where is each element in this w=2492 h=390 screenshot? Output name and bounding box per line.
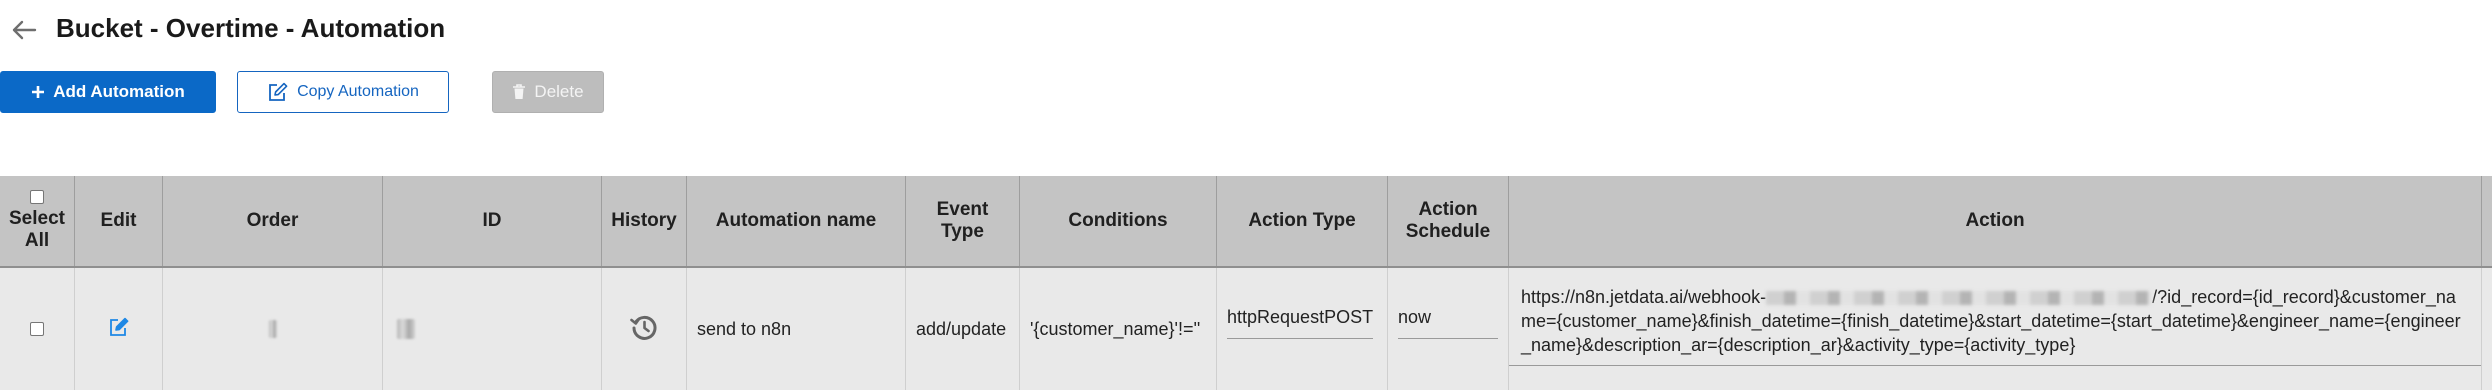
header-select-all-label: Select All <box>9 208 65 251</box>
add-automation-label: Add Automation <box>53 82 185 101</box>
header-select-all: Select All <box>0 176 75 266</box>
row-action-schedule-cell: now <box>1388 268 1509 390</box>
row-select-cell <box>0 268 75 390</box>
row-automation-name: send to n8n <box>687 268 906 390</box>
delete-button[interactable]: Delete <box>492 71 604 113</box>
row-order-cell <box>163 268 383 390</box>
page-title: Bucket - Overtime - Automation <box>56 13 446 43</box>
add-automation-button[interactable]: Add Automation <box>0 71 216 113</box>
history-icon[interactable] <box>629 312 659 347</box>
table-header: Select All Edit Order ID History Automat… <box>0 176 2492 268</box>
header-action[interactable]: Action <box>1509 176 2482 266</box>
header-edit: Edit <box>75 176 163 266</box>
header-event-type[interactable]: Event Type <box>906 176 1020 266</box>
row-action-type: httpRequestPOST <box>1227 307 1374 339</box>
row-action-type-cell: httpRequestPOST <box>1217 268 1388 390</box>
row-event-type: add/update <box>906 268 1020 390</box>
table-row[interactable]: send to n8n add/update '{customer_name}'… <box>0 268 2492 390</box>
action-url-prefix: https://n8n.jetdata.ai/webhook- <box>1521 286 1767 307</box>
action-url-redacted <box>1766 290 2153 305</box>
plus-icon <box>31 85 45 99</box>
row-action-cell: https://n8n.jetdata.ai/webhook-/?id_reco… <box>1509 268 2482 390</box>
copy-automation-label: Copy Automation <box>297 83 419 100</box>
order-redacted <box>268 320 277 338</box>
trash-icon <box>512 84 526 100</box>
header-automation-name[interactable]: Automation name <box>687 176 906 266</box>
arrow-left-icon <box>12 20 37 40</box>
header-overflow-column <box>2482 176 2492 266</box>
header-order[interactable]: Order <box>163 176 383 266</box>
row-action-schedule: now <box>1398 307 1498 339</box>
header-history: History <box>602 176 687 266</box>
select-all-checkbox[interactable] <box>30 190 44 204</box>
automation-table: Select All Edit Order ID History Automat… <box>0 176 2492 390</box>
delete-label: Delete <box>534 82 584 101</box>
row-overflow-cell <box>2482 268 2492 390</box>
header-action-type[interactable]: Action Type <box>1217 176 1388 266</box>
id-redacted <box>397 319 415 339</box>
row-edit-cell <box>75 268 163 390</box>
copy-automation-button[interactable]: Copy Automation <box>237 71 449 113</box>
row-checkbox[interactable] <box>30 322 44 336</box>
page-header: Bucket - Overtime - Automation <box>0 0 2492 56</box>
row-action: https://n8n.jetdata.ai/webhook-/?id_reco… <box>1509 285 2481 366</box>
header-id[interactable]: ID <box>383 176 602 266</box>
back-button[interactable] <box>8 16 40 44</box>
row-history-cell <box>602 268 687 390</box>
row-id-cell <box>383 268 602 390</box>
header-action-schedule[interactable]: Action Schedule <box>1388 176 1509 266</box>
header-conditions[interactable]: Conditions <box>1020 176 1217 266</box>
edit-square-icon[interactable] <box>108 317 130 342</box>
edit-square-icon <box>267 82 289 102</box>
row-conditions: '{customer_name}'!='' <box>1020 268 1217 390</box>
